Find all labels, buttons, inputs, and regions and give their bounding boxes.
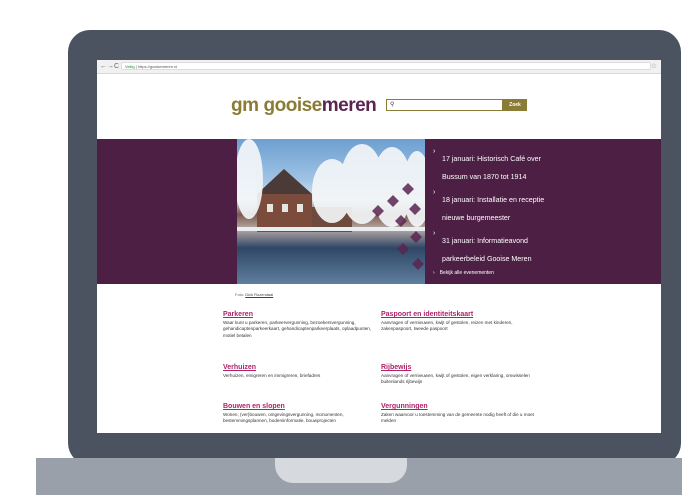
event-label: 17 januari: Historisch Café over Bussum …	[442, 155, 541, 181]
event-item[interactable]: › 31 januari: Informatieavond parkeerbel…	[433, 230, 551, 266]
url-text: https://gooisemeren.nl	[137, 64, 178, 69]
logo-mark: gm	[231, 95, 259, 116]
topic-title[interactable]: Verhuizen	[223, 364, 383, 372]
event-item[interactable]: › 17 januari: Historisch Café over Bussu…	[433, 148, 551, 184]
topic-description: Wonen, (ver)bouwen, omgevingsvergunning,…	[223, 412, 344, 424]
back-icon[interactable]: ←	[100, 62, 107, 71]
topic-description: Aanvragen of vernieuwen, kwijt of gestol…	[381, 320, 513, 332]
photo-caption-author[interactable]: Dick Rozendaal	[245, 292, 273, 297]
chevron-right-icon: ›	[433, 270, 435, 276]
topic-description: Verhuizen, emigreren en immigreren, brie…	[223, 373, 321, 378]
laptop-notch	[275, 458, 407, 483]
events-list: › 17 januari: Historisch Café over Bussu…	[433, 148, 551, 271]
topic-description: Zaken waarvoor u toestemming van de geme…	[381, 412, 534, 424]
topic-title[interactable]: Vergunningen	[381, 403, 541, 411]
topic-title[interactable]: Parkeren	[223, 311, 383, 319]
event-item[interactable]: › 18 januari: Installatie en receptie ni…	[433, 189, 551, 225]
topic-rijbewijs: Rijbewijs Aanvragen of vernieuwen, kwijt…	[381, 364, 541, 386]
topic-paspoort: Paspoort en identiteitskaart Aanvragen o…	[381, 311, 541, 333]
event-label: 18 januari: Installatie en receptie nieu…	[442, 196, 545, 222]
topic-title[interactable]: Bouwen en slopen	[223, 403, 383, 411]
chevron-right-icon: ›	[433, 148, 436, 155]
logo-name-part1: gooise	[263, 95, 323, 116]
search-icon: ⚲	[390, 102, 395, 108]
browser-toolbar: ← → C Veilig | https://gooisemeren.nl ☆	[97, 60, 661, 74]
hero-photo	[237, 139, 425, 284]
all-events-link[interactable]: › Bekijk alle evenementen	[433, 270, 494, 277]
topic-title[interactable]: Paspoort en identiteitskaart	[381, 311, 541, 319]
topic-bouwen: Bouwen en slopen Wonen, (ver)bouwen, omg…	[223, 403, 383, 425]
reload-icon[interactable]: C	[114, 62, 119, 71]
topic-description: Waar kunt u parkeren, parkeervergunning,…	[223, 320, 372, 338]
chevron-right-icon: ›	[433, 230, 436, 237]
search-input[interactable]: ⚲	[386, 99, 503, 111]
all-events-label: Bekijk alle evenementen	[439, 270, 494, 276]
photo-caption: Foto: Dick Rozendaal	[235, 292, 273, 297]
search-button[interactable]: Zoek	[503, 99, 527, 111]
forward-icon[interactable]: →	[107, 62, 114, 71]
topic-verhuizen: Verhuizen Verhuizen, emigreren en immigr…	[223, 364, 383, 379]
photo-caption-prefix: Foto:	[235, 292, 245, 297]
event-label: 31 januari: Informatieavond parkeerbelei…	[442, 237, 532, 263]
logo-name-part2: meren	[321, 95, 377, 116]
address-bar[interactable]: Veilig | https://gooisemeren.nl	[121, 62, 651, 70]
topic-description: Aanvragen of vernieuwen, kwijt of gestol…	[381, 373, 530, 385]
secure-label: Veilig	[125, 64, 135, 69]
chevron-right-icon: ›	[433, 189, 436, 196]
topic-title[interactable]: Rijbewijs	[381, 364, 541, 372]
topic-parkeren: Parkeren Waar kunt u parkeren, parkeerve…	[223, 311, 383, 339]
bookmark-star-icon[interactable]: ☆	[651, 62, 657, 71]
topic-vergunningen: Vergunningen Zaken waarvoor u toestemmin…	[381, 403, 541, 425]
site-logo[interactable]: gm gooisemeren	[231, 95, 377, 117]
